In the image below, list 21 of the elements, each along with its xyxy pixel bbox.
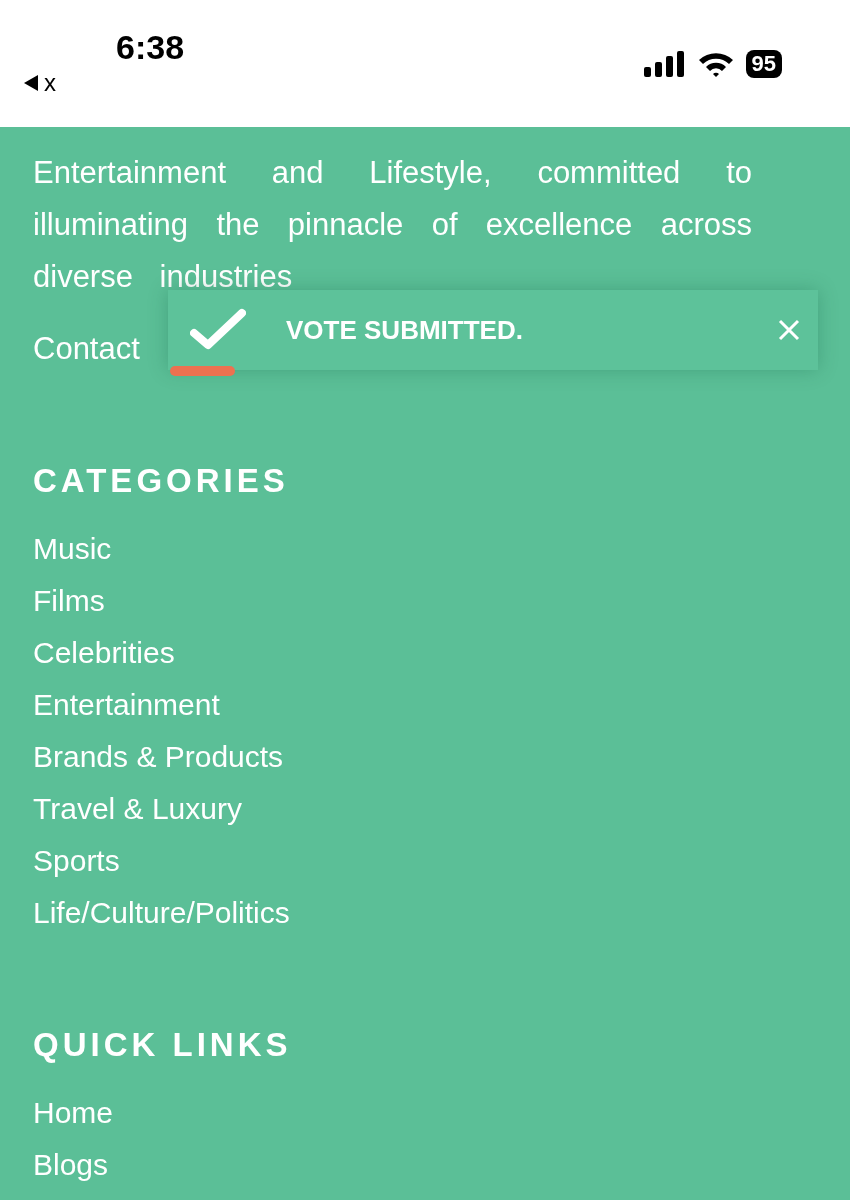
footer-link[interactable]: Travel & Luxury (33, 783, 752, 835)
back-arrow-icon[interactable] (24, 75, 38, 91)
footer-link[interactable]: Sports (33, 835, 752, 887)
section-heading: QUICK LINKS (33, 1025, 293, 1065)
wifi-icon (697, 50, 734, 77)
back-app-label[interactable]: x (44, 69, 56, 97)
footer-link[interactable]: Entertainment (33, 679, 752, 731)
footer-link[interactable]: Celebrities (33, 627, 752, 679)
about-paragraph: Entertainment and Lifestyle, committed to illuminating the pinnacle of excellence across diverse industries (33, 154, 752, 296)
clock-time: 6:38 (116, 28, 185, 67)
contact-link[interactable]: Contact (33, 323, 140, 375)
section-heading: CATEGORIES (33, 461, 290, 501)
toast-message: VOTE SUBMITTED. (286, 314, 524, 346)
footer-link[interactable]: Life/Culture/Politics (33, 887, 752, 939)
signal-icon (643, 50, 686, 77)
footer-link[interactable]: Home (33, 1087, 752, 1139)
footer-link[interactable]: Blogs (33, 1139, 752, 1191)
battery-level: 95 (745, 49, 782, 78)
footer-link[interactable]: Brands & Products (33, 731, 752, 783)
footer-link[interactable]: Music (33, 523, 752, 575)
footer-link[interactable]: Films (33, 575, 752, 627)
